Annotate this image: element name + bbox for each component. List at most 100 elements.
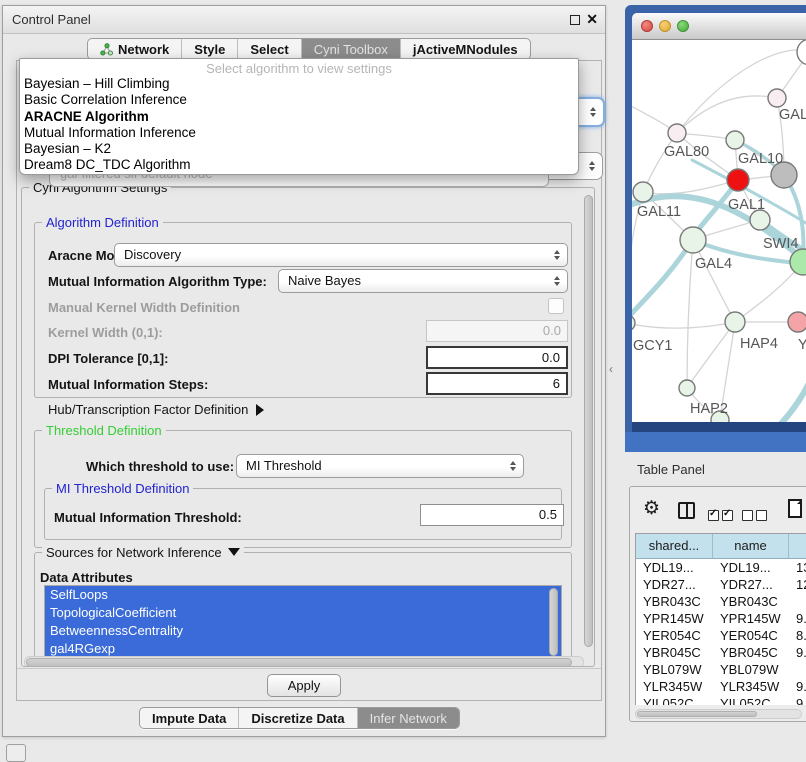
- table-cell: 9.: [789, 644, 806, 661]
- network-node-gal7[interactable]: [768, 89, 786, 107]
- node-label-gal7: GAL7: [779, 107, 806, 123]
- data-attribute-item[interactable]: TopologicalCoefficient: [45, 604, 561, 622]
- table-body: YDL19...YDL19...13YDR27...YDR27...12YBR0…: [636, 559, 806, 705]
- node-label-gcy1: GCY1: [633, 338, 673, 354]
- network-canvas[interactable]: GAL7GAL80GAL10GAL1GAL11SWI4GAL4GCY1HAP4Y…: [632, 40, 806, 422]
- algorithm-option[interactable]: Mutual Information Inference: [20, 125, 578, 141]
- tab-label: Select: [250, 39, 288, 60]
- table-cell: YBL079W: [713, 661, 789, 678]
- stepper-arrows-icon: [589, 161, 595, 171]
- algorithm-option[interactable]: Bayesian – K2: [20, 141, 578, 157]
- table-row[interactable]: YBR045CYBR045C9.: [636, 644, 806, 661]
- table-cell: [789, 661, 806, 678]
- network-edge: [687, 240, 693, 388]
- data-attributes-label: Data Attributes: [40, 570, 133, 585]
- traffic-light-close-icon[interactable]: [641, 20, 653, 32]
- tab-infer-network[interactable]: Infer Network: [357, 708, 459, 728]
- network-node-gcy1[interactable]: [632, 315, 635, 331]
- network-node-gal80[interactable]: [668, 124, 686, 142]
- float-window-icon[interactable]: [570, 15, 580, 25]
- mi-threshold-field[interactable]: 0.5: [420, 504, 564, 526]
- dpi-tolerance-field[interactable]: 0.0: [426, 346, 568, 369]
- network-node-gal11[interactable]: [633, 182, 653, 202]
- export-table-icon[interactable]: [788, 499, 802, 518]
- tab-label: Style: [194, 39, 225, 60]
- tab-label: jActiveMNodules: [413, 39, 518, 60]
- panel-title: Control Panel: [12, 6, 91, 34]
- aracne-mode-combo[interactable]: Discovery: [114, 243, 568, 267]
- node-label-gal10: GAL10: [738, 151, 783, 167]
- settings-scrollbar-thumb[interactable]: [584, 195, 593, 647]
- which-threshold-combo[interactable]: MI Threshold: [236, 454, 524, 478]
- network-node-swi4[interactable]: [750, 210, 770, 230]
- stepper-arrows-icon: [590, 107, 596, 117]
- node-label-salmon-node: Y: [798, 337, 806, 353]
- split-pane-handle[interactable]: ‹: [609, 362, 613, 376]
- data-attributes-list[interactable]: SelfLoopsTopologicalCoefficientBetweenne…: [44, 585, 562, 661]
- manual-kernel-checkbox[interactable]: [548, 298, 564, 314]
- network-node-hap4[interactable]: [725, 312, 745, 332]
- list-scrollbar-thumb[interactable]: [549, 588, 558, 656]
- tab-impute-data[interactable]: Impute Data: [140, 708, 238, 728]
- algorithm-option[interactable]: Basic Correlation Inference: [20, 92, 578, 108]
- table-row[interactable]: YER054CYER054C8.: [636, 627, 806, 644]
- column-header[interactable]: A: [789, 534, 806, 559]
- bottom-tabs: Impute DataDiscretize DataInfer Network: [139, 707, 460, 729]
- table-cell: 9.: [789, 678, 806, 695]
- tab-discretize-data[interactable]: Discretize Data: [238, 708, 356, 728]
- table-row[interactable]: YDL19...YDL19...13: [636, 559, 806, 576]
- tab-cyni-toolbox[interactable]: Cyni Toolbox: [301, 39, 400, 59]
- table-cell: YLR345W: [636, 678, 713, 695]
- tab-style[interactable]: Style: [181, 39, 237, 59]
- hide-selected-icon[interactable]: [742, 508, 770, 526]
- table-hscrollbar-thumb[interactable]: [637, 711, 757, 717]
- column-header[interactable]: name: [713, 534, 789, 559]
- mi-type-label: Mutual Information Algorithm Type:: [48, 274, 267, 289]
- table-row[interactable]: YLR345WYLR345W9.: [636, 678, 806, 695]
- hub-section-toggle[interactable]: Hub/Transcription Factor Definition: [48, 402, 264, 417]
- tab-select[interactable]: Select: [237, 39, 300, 59]
- stepper-arrows-icon: [554, 250, 560, 260]
- kernel-width-field[interactable]: 0.0: [426, 320, 568, 342]
- network-window-titlebar[interactable]: [632, 13, 806, 40]
- data-attribute-item[interactable]: SelfLoops: [45, 586, 561, 604]
- network-node-salmon-node[interactable]: [788, 312, 806, 332]
- sources-group-label[interactable]: Sources for Network Inference: [42, 545, 244, 560]
- algorithm-option[interactable]: ARACNE Algorithm: [20, 109, 578, 125]
- node-label-gal1: GAL1: [728, 197, 765, 213]
- table-cell: YLR345W: [713, 678, 789, 695]
- network-node-gal10[interactable]: [726, 131, 744, 149]
- apply-button[interactable]: Apply: [267, 674, 341, 697]
- table-row[interactable]: YBL079WYBL079W: [636, 661, 806, 678]
- minimized-panel-icon[interactable]: [6, 744, 26, 762]
- table-row[interactable]: YPR145WYPR145W9.: [636, 610, 806, 627]
- algorithm-option[interactable]: Dream8 DC_TDC Algorithm: [20, 157, 578, 173]
- network-node-gal1[interactable]: [727, 169, 749, 191]
- network-node-hap2[interactable]: [679, 380, 695, 396]
- gear-icon[interactable]: ⚙: [643, 497, 660, 520]
- tab-label: Network: [118, 39, 169, 60]
- network-edge: [632, 322, 735, 328]
- mi-steps-field[interactable]: 6: [426, 372, 568, 395]
- table-row[interactable]: YDR27...YDR27...12: [636, 576, 806, 593]
- table-row[interactable]: YIL052CYIL052C9: [636, 695, 806, 705]
- network-node-gal4[interactable]: [680, 227, 706, 253]
- columns-icon[interactable]: [678, 502, 695, 519]
- traffic-light-zoom-icon[interactable]: [677, 20, 689, 32]
- mi-type-combo[interactable]: Naive Bayes: [278, 269, 568, 293]
- hub-section-label: Hub/Transcription Factor Definition: [48, 402, 248, 417]
- table-row[interactable]: YBR043CYBR043C: [636, 593, 806, 610]
- network-node-top-right[interactable]: [797, 40, 806, 65]
- tab-network[interactable]: Network: [88, 39, 181, 59]
- tab-jactivemnodules[interactable]: jActiveMNodules: [400, 39, 530, 59]
- collapsed-arrow-icon: [256, 404, 264, 416]
- algorithm-option[interactable]: Bayesian – Hill Climbing: [20, 76, 578, 92]
- column-header[interactable]: shared...: [636, 534, 713, 559]
- horizontal-scrollbar-thumb[interactable]: [26, 658, 572, 667]
- show-selected-icon[interactable]: [708, 508, 736, 526]
- table-cell: YBR043C: [713, 593, 789, 610]
- close-icon[interactable]: ✕: [586, 11, 598, 28]
- traffic-light-minimize-icon[interactable]: [659, 20, 671, 32]
- data-attribute-item[interactable]: BetweennessCentrality: [45, 622, 561, 640]
- table-cell: YDR27...: [713, 576, 789, 593]
